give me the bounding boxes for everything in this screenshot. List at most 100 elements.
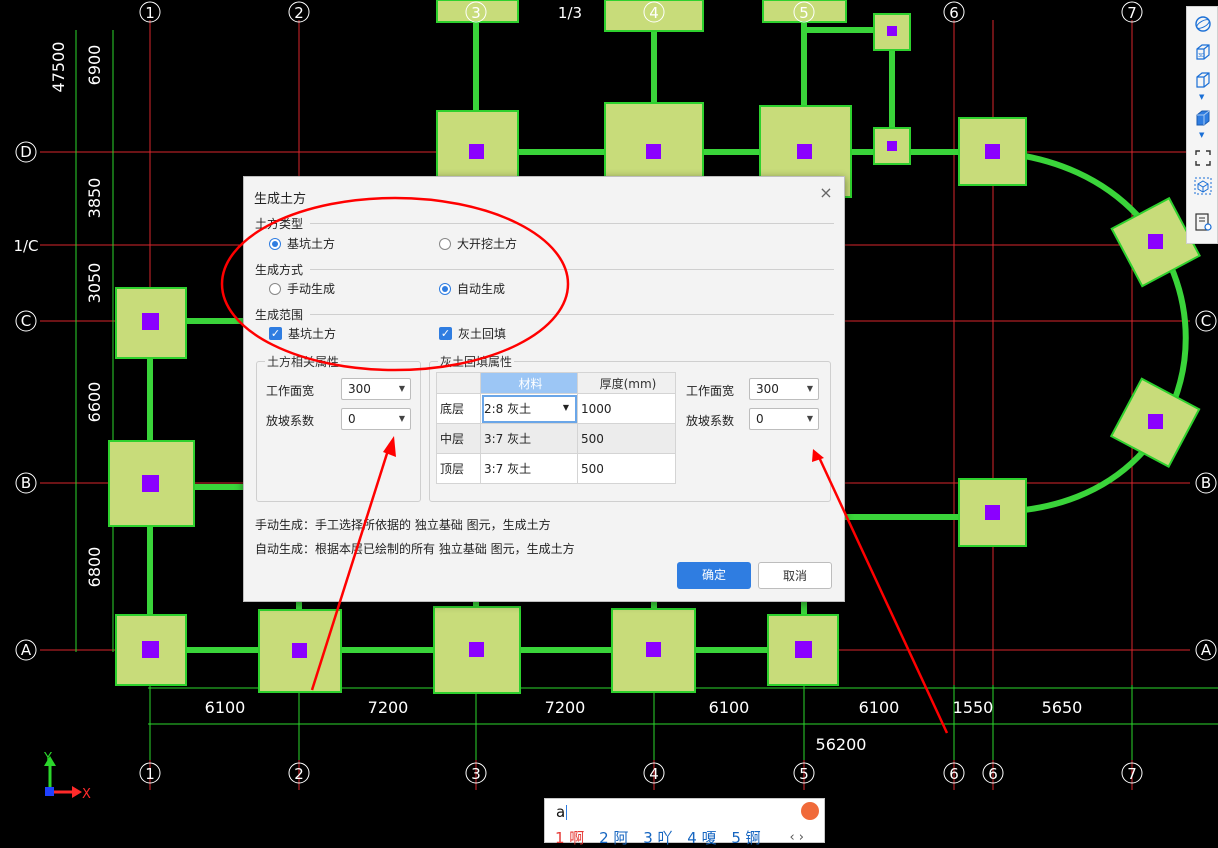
view-3d-icon[interactable]: 3D — [1194, 43, 1212, 61]
section-earthwork-type-label: 土方类型 — [255, 217, 304, 231]
close-icon[interactable]: × — [818, 185, 834, 201]
ime-candidate-list: 1 啊 2 阿 3 吖 4 嗄 5 锕 — [555, 827, 771, 848]
grid-label-top-1: 1 — [145, 4, 155, 22]
ime-candidate[interactable]: 1 啊 — [555, 829, 584, 847]
grid-label-side-1c: 1/C — [13, 237, 38, 255]
radio-open-excavation[interactable]: 大开挖土方 — [439, 235, 517, 252]
radio-auto-generate[interactable]: 自动生成 — [439, 280, 505, 297]
box-outline-icon[interactable] — [1194, 71, 1212, 89]
thickness-cell[interactable]: 500 — [577, 453, 676, 484]
grid-label-bottom-5: 5 — [799, 765, 809, 783]
chevron-down-icon: ▼ — [806, 414, 813, 423]
radio-auto-generate-label: 自动生成 — [457, 282, 506, 296]
thickness-cell[interactable]: 500 — [577, 423, 676, 454]
material-value: 2:8 灰土 — [484, 402, 532, 416]
radio-manual-generate[interactable]: 手动生成 — [269, 280, 335, 297]
backfill-work-face-width-value: 300 — [756, 382, 779, 396]
table-header-material[interactable]: 材料 — [480, 372, 578, 394]
radio-pit-earthwork[interactable]: 基坑土方 — [269, 235, 335, 252]
ok-button[interactable]: 确定 — [677, 562, 751, 589]
checkmark-icon: ✓ — [269, 327, 282, 340]
work-face-width-select[interactable]: 300 ▼ — [341, 378, 411, 400]
chevron-down-icon: ▼ — [806, 384, 813, 393]
grid-label-bottom-7: 7 — [1127, 765, 1137, 783]
table-row[interactable]: 顶层 3:7 灰土 500 — [436, 453, 676, 484]
slope-coefficient-select[interactable]: 0 ▼ — [341, 408, 411, 430]
backfill-slope-coefficient-label: 放坡系数 — [686, 414, 735, 428]
layer-name-cell: 中层 — [436, 423, 481, 454]
grid-label-side-d: D — [20, 143, 32, 161]
grid-label-top-4: 4 — [649, 4, 659, 22]
radio-checked-icon — [439, 282, 451, 295]
dim-bottom-7: 5650 — [1042, 698, 1083, 717]
backfill-properties-title: 灰土回填属性 — [438, 353, 515, 370]
dropdown-icon[interactable]: ▼ — [1199, 131, 1204, 139]
dim-left-total: 47500 — [49, 42, 68, 93]
material-dropdown-cell[interactable]: 2:8 灰土 ▼ — [480, 393, 578, 424]
cube-select-icon[interactable] — [1194, 177, 1212, 195]
section-scope-label: 生成范围 — [255, 308, 304, 322]
dim-bottom-1: 6100 — [205, 698, 246, 717]
backfill-work-face-width-label: 工作面宽 — [686, 384, 735, 398]
dim-left-4: 6600 — [85, 382, 104, 423]
checkbox-pit-earthwork[interactable]: ✓ 基坑土方 — [269, 325, 336, 342]
backfill-properties-group: 灰土回填属性 材料 厚度(mm) 底层 2:8 灰土 ▼ 1000 中层 3:7… — [429, 353, 831, 502]
ime-candidate[interactable]: 2 阿 — [599, 829, 628, 847]
box-solid-icon[interactable] — [1194, 109, 1212, 127]
chevron-down-icon: ▼ — [398, 414, 405, 423]
grid-label-bottom-6a: 6 — [949, 765, 959, 783]
grid-label-bottom-4: 4 — [649, 765, 659, 783]
grid-label-top-6: 6 — [949, 4, 959, 22]
ime-candidate[interactable]: 5 锕 — [731, 829, 760, 847]
table-header-row: 材料 厚度(mm) — [436, 372, 676, 394]
fullscreen-icon[interactable] — [1194, 149, 1212, 167]
table-row[interactable]: 底层 2:8 灰土 ▼ 1000 — [436, 393, 676, 424]
material-cell[interactable]: 3:7 灰土 — [480, 453, 578, 484]
checkbox-pit-earthwork-label: 基坑土方 — [288, 327, 337, 341]
work-face-width-value: 300 — [348, 382, 371, 396]
grid-label-top-7: 7 — [1127, 4, 1137, 22]
grid-label-top-3: 3 — [471, 4, 481, 22]
grid-label-bottom-2: 2 — [294, 765, 304, 783]
ime-candidate[interactable]: 4 嗄 — [687, 829, 716, 847]
manual-generate-note: 手动生成：手工选择所依据的 独立基础 图元，生成土方 — [255, 518, 551, 532]
section-divider — [310, 314, 834, 315]
checkbox-lime-backfill[interactable]: ✓ 灰土回填 — [439, 325, 506, 342]
work-face-width-label: 工作面宽 — [266, 384, 315, 398]
dropdown-icon[interactable]: ▼ — [1199, 93, 1204, 101]
properties-list-icon[interactable] — [1194, 213, 1212, 231]
grid-label-right-a: A — [1201, 641, 1212, 659]
cancel-button[interactable]: 取消 — [758, 562, 832, 589]
material-cell[interactable]: 3:7 灰土 — [480, 423, 578, 454]
grid-label-side-a: A — [21, 641, 32, 659]
grid-label-top-2: 2 — [294, 4, 304, 22]
axis-x-label: X — [82, 787, 91, 802]
grid-label-bottom-3: 3 — [471, 765, 481, 783]
table-header-thickness[interactable]: 厚度(mm) — [577, 372, 676, 394]
backfill-layers-table: 材料 厚度(mm) 底层 2:8 灰土 ▼ 1000 中层 3:7 灰土 500… — [436, 372, 676, 484]
thickness-cell[interactable]: 1000 — [577, 393, 676, 424]
layer-name-cell: 顶层 — [436, 453, 481, 484]
backfill-work-face-width-select[interactable]: 300 ▼ — [749, 378, 819, 400]
ime-candidate[interactable]: 3 吖 — [643, 829, 672, 847]
ime-logo-icon[interactable] — [801, 802, 819, 820]
layer-name-cell: 底层 — [436, 393, 481, 424]
table-row[interactable]: 中层 3:7 灰土 500 — [436, 423, 676, 454]
radio-checked-icon — [269, 237, 281, 250]
dialog-title: 生成土方 — [254, 192, 307, 207]
radio-open-excavation-label: 大开挖土方 — [457, 237, 518, 251]
dim-left-3: 3050 — [85, 263, 104, 304]
radio-unchecked-icon — [269, 282, 281, 295]
auto-generate-note: 自动生成：根据本层已绘制的所有 独立基础 图元，生成土方 — [255, 542, 575, 556]
dim-left-5: 6800 — [85, 547, 104, 588]
sphere-icon[interactable] — [1194, 15, 1212, 33]
radio-unchecked-icon — [439, 237, 451, 250]
view-toolbar: 3D ▼ ▼ — [1186, 6, 1218, 244]
grid-label-side-b: B — [21, 474, 31, 492]
section-divider — [310, 269, 834, 270]
grid-label-right-c: C — [1201, 312, 1211, 330]
backfill-slope-coefficient-select[interactable]: 0 ▼ — [749, 408, 819, 430]
svg-text:3D: 3D — [1198, 53, 1205, 59]
axis-y-label: Y — [43, 751, 52, 766]
slope-coefficient-label: 放坡系数 — [266, 414, 315, 428]
